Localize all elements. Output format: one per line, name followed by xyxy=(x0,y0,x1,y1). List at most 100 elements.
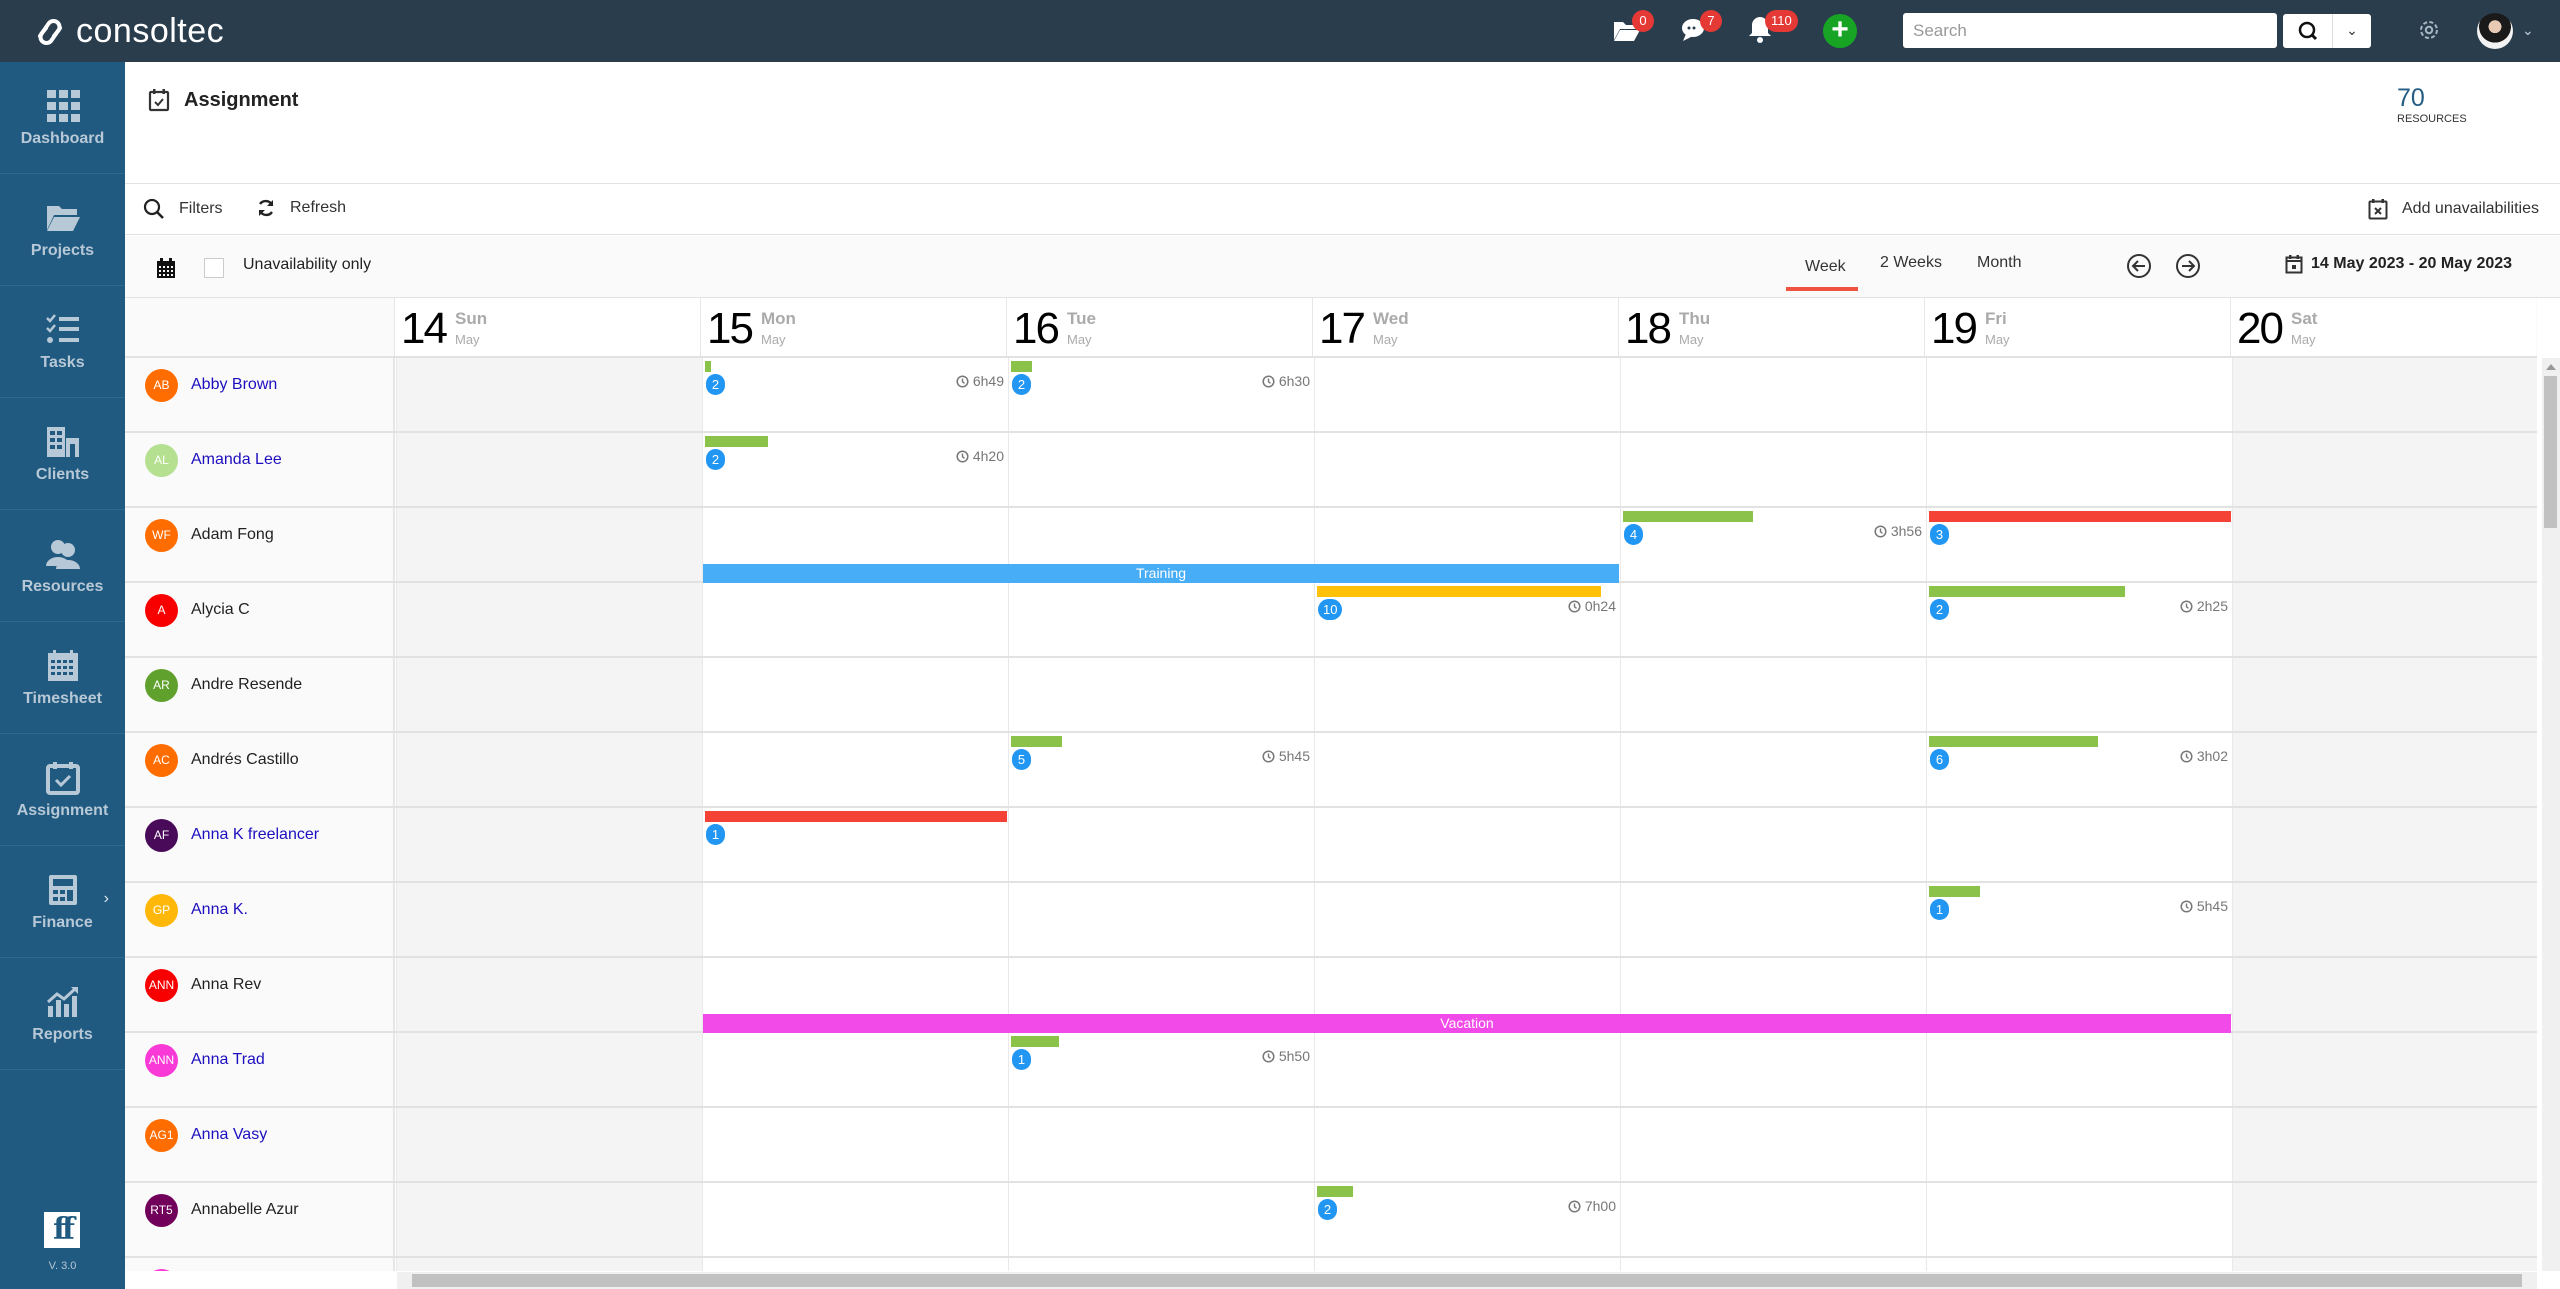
day-cell[interactable] xyxy=(702,1108,1008,1181)
tab-week[interactable]: Week xyxy=(1805,258,1846,276)
day-cell[interactable] xyxy=(1314,658,1620,731)
user-avatar[interactable] xyxy=(2477,13,2513,49)
resource-name[interactable]: Anna Vasy xyxy=(191,1126,267,1144)
day-cell[interactable] xyxy=(1008,583,1314,656)
day-cell[interactable] xyxy=(1620,658,1926,731)
workload-bar[interactable] xyxy=(705,361,711,372)
day-cell[interactable] xyxy=(702,1033,1008,1106)
assignment-count-badge[interactable]: 2 xyxy=(1318,1199,1337,1220)
assignment-count-badge[interactable]: 5 xyxy=(1012,749,1031,770)
assignment-count-badge[interactable]: 2 xyxy=(1012,374,1031,395)
workload-bar[interactable] xyxy=(1317,1186,1353,1197)
day-cell[interactable] xyxy=(1926,433,2232,506)
day-cell[interactable] xyxy=(2232,1258,2537,1271)
day-cell[interactable] xyxy=(396,958,702,1031)
assignment-count-badge[interactable]: 1 xyxy=(706,824,725,845)
day-cell[interactable] xyxy=(1926,808,2232,881)
day-cell[interactable] xyxy=(396,658,702,731)
day-cell[interactable]: 6 3h02 xyxy=(1926,733,2232,806)
day-cell[interactable] xyxy=(2232,883,2537,956)
day-cell[interactable] xyxy=(702,1183,1008,1256)
search-button[interactable] xyxy=(2283,14,2333,48)
day-cell[interactable] xyxy=(1926,658,2232,731)
day-cell[interactable]: 5 5h45 xyxy=(1008,733,1314,806)
day-cell[interactable] xyxy=(1620,808,1926,881)
day-cell[interactable]: 1 5h45 xyxy=(1926,883,2232,956)
day-cell[interactable] xyxy=(1008,808,1314,881)
day-cell[interactable] xyxy=(1314,1033,1620,1106)
sidebar-item-dashboard[interactable]: Dashboard xyxy=(0,62,125,174)
resource-name[interactable]: Anna K freelancer xyxy=(191,826,319,844)
workload-bar[interactable] xyxy=(1623,511,1753,522)
day-cell[interactable] xyxy=(1926,1108,2232,1181)
day-cell[interactable] xyxy=(1314,1108,1620,1181)
day-cell[interactable] xyxy=(396,1033,702,1106)
assignment-count-badge[interactable]: 4 xyxy=(1624,524,1643,545)
day-cell[interactable] xyxy=(2232,433,2537,506)
day-cell[interactable]: 2 2h25 xyxy=(1926,583,2232,656)
calendar-picker-icon[interactable] xyxy=(156,257,176,279)
day-cell[interactable]: 1 xyxy=(702,808,1008,881)
assignment-count-badge[interactable]: 10 xyxy=(1318,599,1343,620)
day-cell[interactable] xyxy=(2232,733,2537,806)
day-cell[interactable]: 10 0h24 xyxy=(1314,583,1620,656)
assignment-count-badge[interactable]: 3 xyxy=(1930,524,1949,545)
day-cell[interactable] xyxy=(1620,583,1926,656)
day-cell[interactable] xyxy=(1620,433,1926,506)
day-cell[interactable] xyxy=(1314,808,1620,881)
day-cell[interactable] xyxy=(1314,883,1620,956)
resource-name[interactable]: Anna Trad xyxy=(191,1051,265,1069)
day-cell[interactable] xyxy=(1008,658,1314,731)
sidebar-item-tasks[interactable]: Tasks xyxy=(0,286,125,398)
sidebar-item-timesheet[interactable]: Timesheet xyxy=(0,622,125,734)
day-cell[interactable]: 2 6h30 xyxy=(1008,358,1314,431)
day-cell[interactable] xyxy=(396,1108,702,1181)
assignment-count-badge[interactable]: 6 xyxy=(1930,749,1949,770)
day-cell[interactable] xyxy=(396,808,702,881)
assignment-count-badge[interactable]: 1 xyxy=(1012,1049,1031,1070)
day-cell[interactable] xyxy=(396,433,702,506)
workload-bar[interactable] xyxy=(1011,1036,1059,1047)
add-new-button[interactable]: + xyxy=(1823,14,1857,48)
day-cell[interactable]: 4 3h56 xyxy=(1620,508,1926,581)
day-cell[interactable] xyxy=(702,1258,1008,1271)
settings-gear-icon[interactable] xyxy=(2416,17,2442,43)
day-cell[interactable] xyxy=(702,658,1008,731)
user-menu-chevron-icon[interactable]: ⌄ xyxy=(2522,22,2534,39)
day-cell[interactable] xyxy=(1620,1108,1926,1181)
vertical-scrollbar[interactable] xyxy=(2542,358,2560,1271)
day-cell[interactable] xyxy=(1926,358,2232,431)
day-cell[interactable] xyxy=(1620,883,1926,956)
day-cell[interactable] xyxy=(1008,883,1314,956)
day-cell[interactable] xyxy=(1926,1258,2232,1271)
day-cell[interactable] xyxy=(1314,433,1620,506)
workload-bar[interactable] xyxy=(1011,736,1062,747)
day-cell[interactable]: 2 6h49 xyxy=(702,358,1008,431)
day-cell[interactable] xyxy=(2232,808,2537,881)
sidebar-item-reports[interactable]: Reports xyxy=(0,958,125,1070)
workload-bar[interactable] xyxy=(705,811,1007,822)
unavailability-bar[interactable]: Training xyxy=(703,564,1619,583)
day-cell[interactable] xyxy=(1008,433,1314,506)
day-cell[interactable] xyxy=(396,358,702,431)
day-cell[interactable] xyxy=(1620,1183,1926,1256)
day-cell[interactable] xyxy=(1008,1183,1314,1256)
workload-bar[interactable] xyxy=(705,436,768,447)
day-cell[interactable]: 3 xyxy=(1926,508,2232,581)
previous-arrow-icon[interactable] xyxy=(2126,253,2152,279)
search-input[interactable] xyxy=(1903,13,2277,48)
day-cell[interactable] xyxy=(1008,1108,1314,1181)
day-cell[interactable] xyxy=(1314,358,1620,431)
day-cell[interactable] xyxy=(2232,958,2537,1031)
workload-bar[interactable] xyxy=(1929,586,2125,597)
unavailability-bar[interactable]: Vacation xyxy=(703,1014,2231,1033)
horizontal-scroll-thumb[interactable] xyxy=(412,1274,2522,1287)
workload-bar[interactable] xyxy=(1929,736,2098,747)
day-cell[interactable]: 2 7h00 xyxy=(1314,1183,1620,1256)
day-cell[interactable] xyxy=(2232,1033,2537,1106)
day-cell[interactable] xyxy=(396,1183,702,1256)
resource-name[interactable]: Abby Brown xyxy=(191,376,277,394)
horizontal-scrollbar[interactable] xyxy=(397,1272,2537,1289)
sidebar-item-assignment[interactable]: Assignment xyxy=(0,734,125,846)
day-cell[interactable] xyxy=(396,733,702,806)
